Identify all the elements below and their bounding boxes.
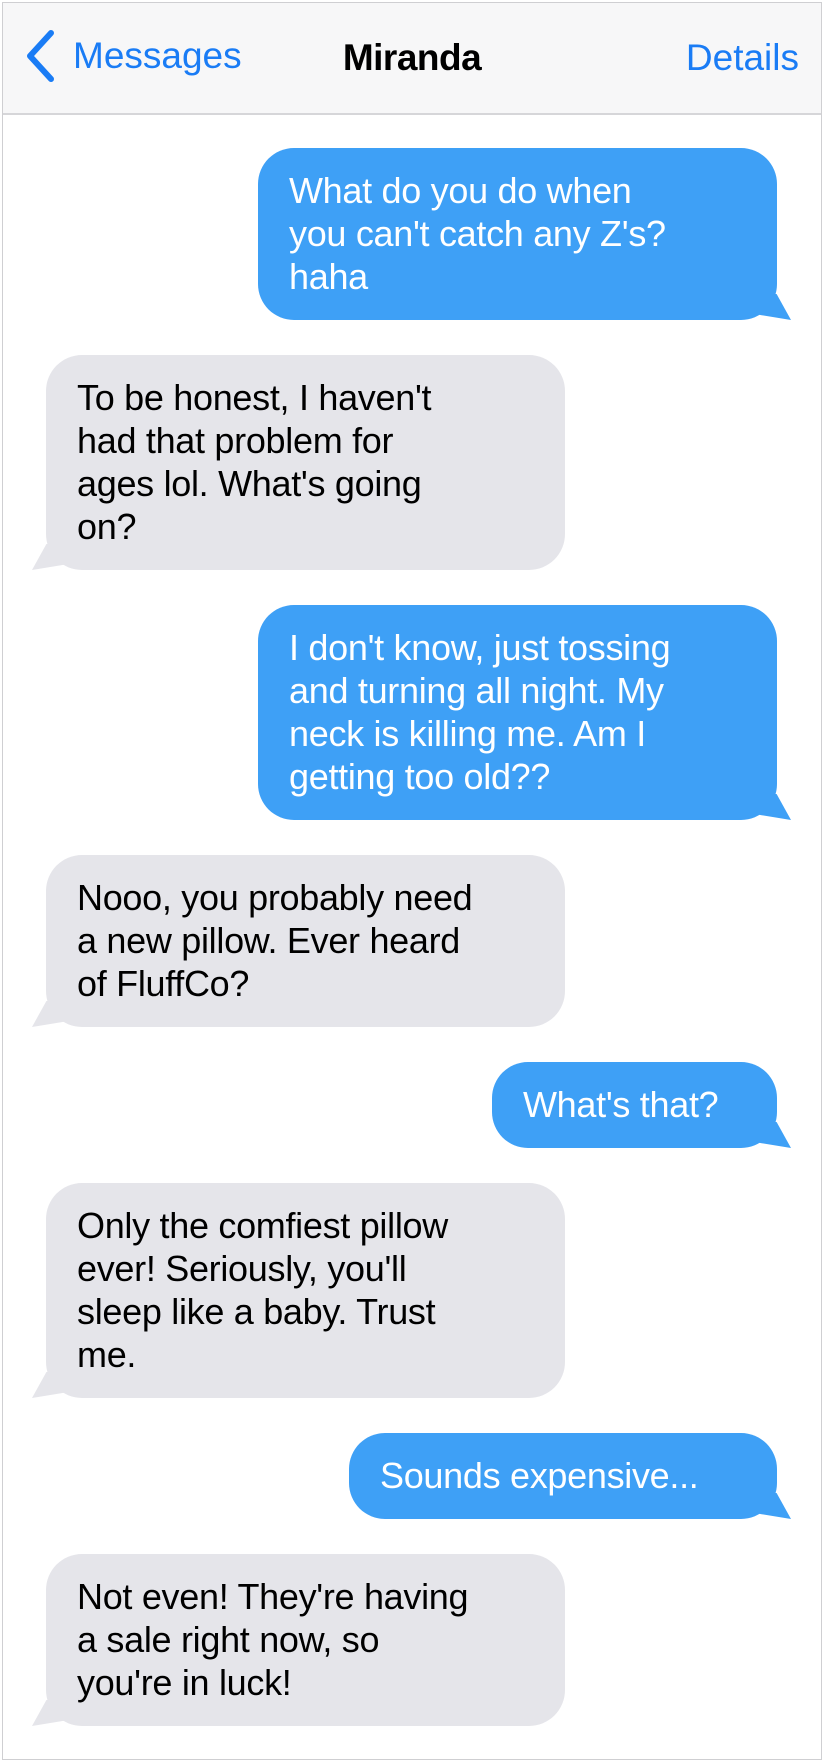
details-button[interactable]: Details	[686, 37, 799, 79]
outgoing-message: Sounds expensive...	[349, 1433, 777, 1519]
messages-screen: Messages Miranda Details What do you do …	[2, 2, 822, 1760]
outgoing-message: I don't know, just tossing and turning a…	[258, 605, 777, 820]
incoming-message: To be honest, I haven't had that problem…	[46, 355, 565, 570]
outgoing-message: What do you do when you can't catch any …	[258, 148, 777, 320]
message-thread: What do you do when you can't catch any …	[3, 148, 821, 1761]
incoming-message: Nooo, you probably need a new pillow. Ev…	[46, 855, 565, 1027]
outgoing-message: What's that?	[492, 1062, 777, 1148]
incoming-message: Not even! They're having a sale right no…	[46, 1554, 565, 1726]
incoming-message: Only the comfiest pillow ever! Seriously…	[46, 1183, 565, 1398]
nav-bar: Messages Miranda Details	[3, 3, 821, 115]
